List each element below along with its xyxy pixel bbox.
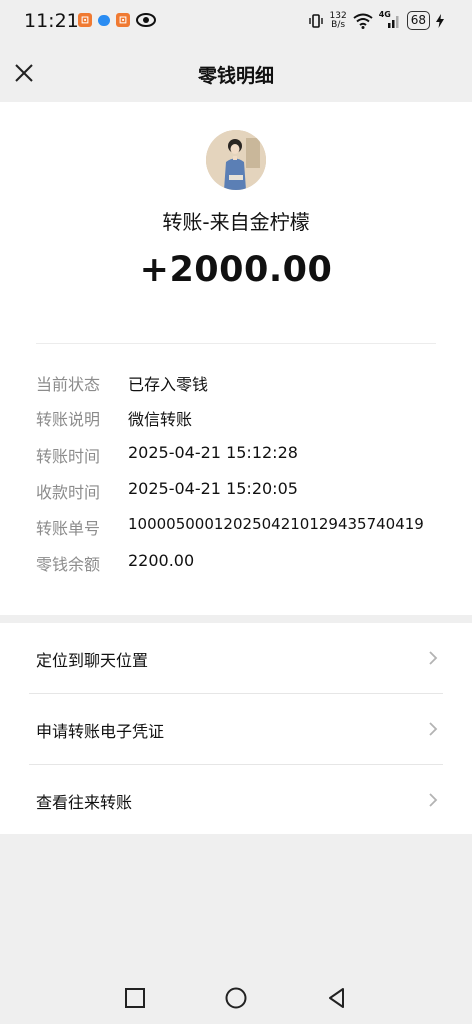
detail-value: 已存入零钱 [128, 375, 209, 394]
detail-value: 2025-04-21 15:12:28 [128, 443, 298, 462]
detail-row-transfer-time: 转账时间 2025-04-21 15:12:28 [36, 443, 298, 467]
home-icon[interactable] [224, 986, 248, 1010]
detail-label: 零钱余额 [36, 555, 101, 574]
transfer-detail-card: 转账-来自金柠檬 +2000.00 当前状态 已存入零钱 转账说明 微信转账 转… [0, 102, 472, 615]
battery-level: 68 [406, 11, 430, 30]
divider [36, 343, 436, 344]
detail-label: 转账单号 [36, 519, 101, 538]
avatar[interactable] [206, 130, 266, 190]
detail-row-description: 转账说明 微信转账 [36, 406, 192, 430]
action-label: 申请转账电子凭证 [36, 722, 165, 741]
transfer-amount: +2000.00 [139, 250, 333, 290]
chevron-right-icon [429, 793, 438, 807]
app-notification-icon-2: ⊡ [116, 13, 130, 27]
chevron-right-icon [429, 651, 438, 665]
detail-label: 收款时间 [36, 483, 101, 502]
detail-row-transfer-id: 转账单号 1000050001202504210129435740419 [36, 515, 424, 539]
net-speed: 132 B/s [330, 11, 347, 30]
wifi-icon [353, 13, 373, 29]
system-navigation-bar [0, 970, 472, 1024]
eye-icon [136, 13, 156, 27]
notification-icons: ⊡ ⊡ [78, 13, 156, 27]
app-notification-icon: ⊡ [78, 13, 92, 27]
detail-value: 2025-04-21 15:20:05 [128, 479, 298, 498]
cellular-signal-icon: 4G [379, 10, 401, 29]
page-title: 零钱明细 [197, 65, 274, 87]
action-label: 查看往来转账 [36, 793, 133, 812]
charging-icon [436, 13, 444, 28]
actions-card: 定位到聊天位置 申请转账电子凭证 查看往来转账 [0, 623, 472, 834]
detail-value: 1000050001202504210129435740419 [128, 515, 424, 533]
message-notification-icon [98, 14, 110, 26]
detail-value: 2200.00 [128, 551, 195, 570]
locate-in-chat-button[interactable]: 定位到聊天位置 [0, 623, 472, 693]
view-transfer-history-button[interactable]: 查看往来转账 [0, 765, 472, 835]
detail-label: 转账时间 [36, 447, 101, 466]
net-speed-unit: B/s [331, 19, 346, 30]
back-icon[interactable] [325, 986, 349, 1010]
nav-bar: 零钱明细 [0, 44, 472, 102]
detail-label: 当前状态 [36, 375, 101, 394]
vibrate-icon [308, 13, 323, 28]
chevron-right-icon [429, 722, 438, 736]
action-label: 定位到聊天位置 [36, 651, 149, 670]
detail-row-status: 当前状态 已存入零钱 [36, 371, 208, 395]
status-bar: 11:21 ⊡ ⊡ 132 B/s 4G 68 [0, 0, 472, 44]
detail-label: 转账说明 [36, 410, 101, 429]
status-time: 11:21 [24, 10, 79, 32]
detail-row-receive-time: 收款时间 2025-04-21 15:20:05 [36, 479, 298, 503]
recent-apps-icon[interactable] [123, 986, 147, 1010]
transfer-title: 转账-来自金柠檬 [162, 210, 310, 234]
system-status-icons: 132 B/s 4G 68 [308, 10, 444, 30]
detail-value: 微信转账 [128, 410, 193, 429]
detail-row-balance: 零钱余额 2200.00 [36, 551, 194, 575]
request-e-voucher-button[interactable]: 申请转账电子凭证 [0, 694, 472, 764]
avatar-figure-image [206, 130, 266, 190]
